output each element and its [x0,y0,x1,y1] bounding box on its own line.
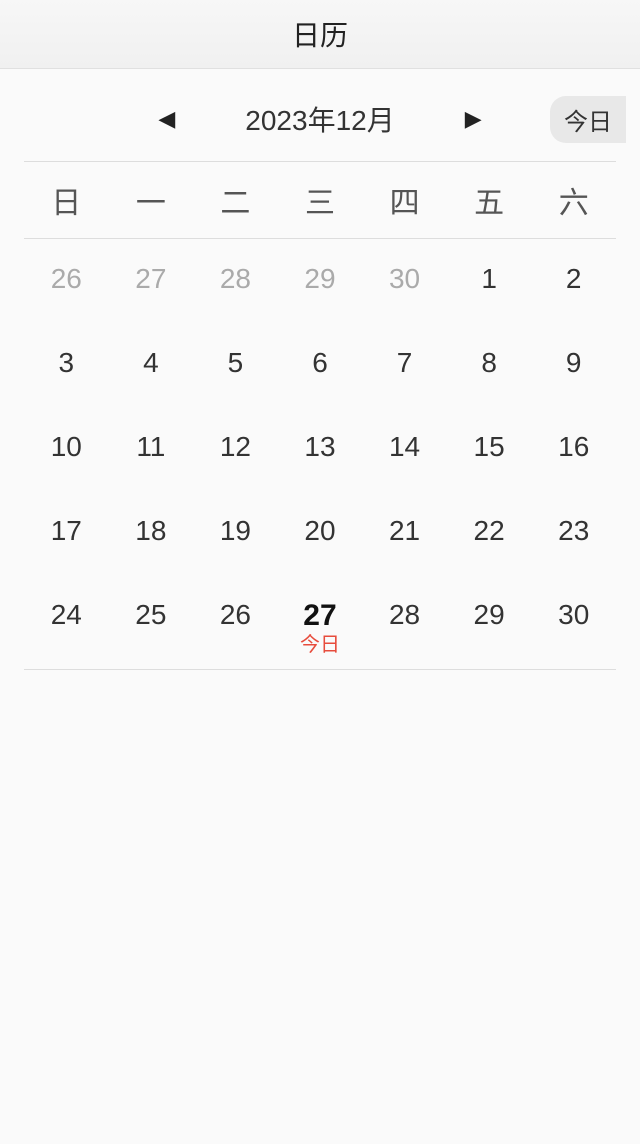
day-number: 28 [220,263,251,294]
day-cell[interactable]: 25 [109,575,194,661]
weekday-thu: 四 [362,178,447,222]
day-number: 13 [304,431,335,462]
day-number: 25 [135,599,166,630]
day-cell[interactable]: 1 [447,239,532,323]
day-number: 28 [389,599,420,630]
day-cell[interactable]: 26 [193,575,278,661]
day-number: 4 [143,347,159,378]
day-number: 11 [136,431,165,462]
day-number: 9 [566,347,582,378]
today-button[interactable]: 今日 [550,96,626,143]
day-cell[interactable]: 2 [531,239,616,323]
day-number: 30 [558,599,589,630]
day-cell[interactable]: 5 [193,323,278,407]
weekday-wed: 三 [278,178,363,222]
day-cell[interactable]: 14 [362,407,447,491]
day-cell[interactable]: 21 [362,491,447,575]
day-cell[interactable]: 13 [278,407,363,491]
day-cell[interactable]: 11 [109,407,194,491]
day-cell[interactable]: 17 [24,491,109,575]
day-cell[interactable]: 4 [109,323,194,407]
day-number: 27 [135,263,166,294]
day-cell[interactable]: 30 [362,239,447,323]
day-number: 16 [558,431,589,462]
day-number: 20 [304,515,335,546]
weekday-sat: 六 [531,178,616,222]
day-number: 5 [228,347,244,378]
today-mark-label: 今日 [278,628,363,657]
day-number: 12 [220,431,251,462]
day-cell[interactable]: 18 [109,491,194,575]
app-header: 日历 [0,0,640,69]
day-number: 7 [397,347,413,378]
weekday-mon: 一 [109,178,194,222]
month-nav-inner: ◀ 2023年12月 ▶ [24,99,616,139]
day-number: 18 [135,515,166,546]
day-number: 19 [220,515,251,546]
day-cell[interactable]: 26 [24,239,109,323]
day-cell[interactable]: 30 [531,575,616,661]
day-cell[interactable]: 3 [24,323,109,407]
weekday-sun: 日 [24,178,109,222]
day-number: 29 [474,599,505,630]
day-number: 26 [51,263,82,294]
day-number: 6 [312,347,328,378]
day-cell[interactable]: 20 [278,491,363,575]
day-cell[interactable]: 15 [447,407,532,491]
day-number: 21 [389,515,420,546]
day-cell[interactable]: 10 [24,407,109,491]
day-number: 24 [51,599,82,630]
day-cell[interactable]: 24 [24,575,109,661]
day-cell[interactable]: 9 [531,323,616,407]
calendar-container: ◀ 2023年12月 ▶ 今日 日 一 二 三 四 五 六 2627282930… [0,69,640,670]
day-number: 1 [481,263,497,294]
day-cell[interactable]: 16 [531,407,616,491]
day-number: 3 [58,347,74,378]
day-number: 23 [558,515,589,546]
day-cell[interactable]: 27今日 [278,575,363,661]
day-number: 26 [220,599,251,630]
day-cell[interactable]: 7 [362,323,447,407]
day-number: 30 [389,263,420,294]
day-number: 15 [474,431,505,462]
weekday-fri: 五 [447,178,532,222]
day-number: 22 [474,515,505,546]
day-cell[interactable]: 27 [109,239,194,323]
day-cell[interactable]: 19 [193,491,278,575]
day-cell[interactable]: 29 [278,239,363,323]
day-cell[interactable]: 28 [362,575,447,661]
day-number: 14 [389,431,420,462]
day-number: 10 [51,431,82,462]
prev-month-icon[interactable]: ◀ [158,106,175,132]
day-cell[interactable]: 28 [193,239,278,323]
day-cell[interactable]: 8 [447,323,532,407]
day-cell[interactable]: 22 [447,491,532,575]
day-cell[interactable]: 23 [531,491,616,575]
page-title: 日历 [0,14,640,54]
day-cell[interactable]: 6 [278,323,363,407]
month-label: 2023年12月 [245,99,394,139]
day-number: 2 [566,263,582,294]
day-number: 29 [304,263,335,294]
weekday-tue: 二 [193,178,278,222]
weekday-header-row: 日 一 二 三 四 五 六 [24,161,616,239]
next-month-icon[interactable]: ▶ [465,106,482,132]
day-number: 17 [51,515,82,546]
day-cell[interactable]: 29 [447,575,532,661]
day-number: 8 [481,347,497,378]
days-grid: 2627282930123456789101112131415161718192… [24,239,616,670]
month-nav-row: ◀ 2023年12月 ▶ 今日 [24,69,616,161]
day-cell[interactable]: 12 [193,407,278,491]
